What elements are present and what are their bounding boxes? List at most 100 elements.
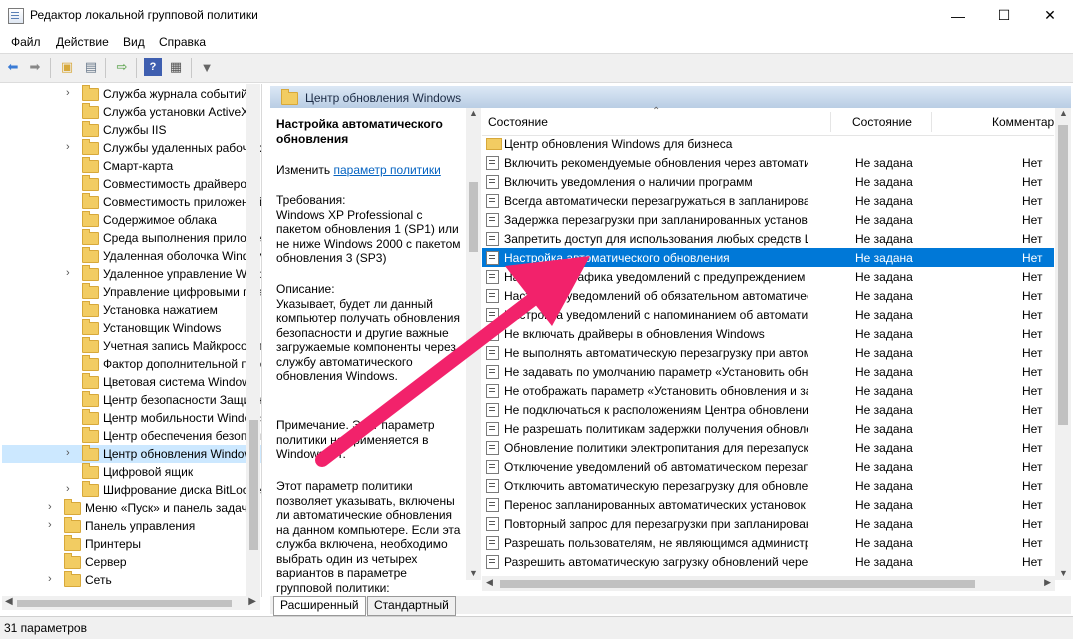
expand-arrow-icon[interactable]: › bbox=[48, 519, 52, 531]
help-icon[interactable]: ? bbox=[144, 58, 162, 76]
description-scrollbar[interactable]: ▲ ▼ bbox=[466, 108, 481, 580]
tree-item[interactable]: Цветовая система Windows bbox=[2, 373, 261, 391]
tree-item[interactable]: Фактор дополнительной проверки bbox=[2, 355, 261, 373]
properties-icon[interactable]: ▦ bbox=[167, 58, 185, 76]
tree-item[interactable]: Центр обеспечения безопасности bbox=[2, 427, 261, 445]
expand-arrow-icon[interactable]: › bbox=[66, 447, 70, 459]
menu-view[interactable]: Вид bbox=[123, 35, 145, 49]
policy-row[interactable]: Разрешать пользователям, не являющимся а… bbox=[482, 533, 1054, 552]
tree-item[interactable]: Учетная запись Майкрософт bbox=[2, 337, 261, 355]
policy-row[interactable]: Не подключаться к расположениям Центра о… bbox=[482, 400, 1054, 419]
tree-horizontal-scrollbar[interactable]: ◀ ▶ bbox=[2, 596, 260, 610]
policy-row[interactable]: Разрешить автоматическую загрузку обновл… bbox=[482, 552, 1054, 571]
scroll-left-icon[interactable]: ◀ bbox=[5, 596, 13, 607]
tree-item[interactable]: › Панель управления bbox=[2, 517, 261, 535]
policy-row[interactable]: Повторный запрос для перезагрузки при за… bbox=[482, 514, 1054, 533]
expand-arrow-icon[interactable]: › bbox=[66, 87, 70, 99]
scroll-right-icon[interactable]: ▶ bbox=[248, 596, 256, 607]
title-bar: Редактор локальной групповой политики — … bbox=[0, 0, 1073, 33]
tab-standard[interactable]: Стандартный bbox=[367, 596, 456, 616]
tree-item[interactable]: › Центр обновления Windows bbox=[2, 445, 261, 463]
policy-row[interactable]: Обновление политики электропитания для п… bbox=[482, 438, 1054, 457]
policy-row[interactable]: Настройка автоматического обновления Не з… bbox=[482, 248, 1054, 267]
description-scroll-thumb[interactable] bbox=[469, 182, 478, 252]
policy-row[interactable]: Отключение уведомлений об автоматическом… bbox=[482, 457, 1054, 476]
tree-item[interactable]: › Меню «Пуск» и панель задач bbox=[2, 499, 261, 517]
tree-item[interactable]: › Шифрование диска BitLocker bbox=[2, 481, 261, 499]
tab-extended[interactable]: Расширенный bbox=[273, 596, 366, 616]
expand-arrow-icon[interactable]: › bbox=[48, 501, 52, 513]
policy-row[interactable]: Настройка уведомлений с напоминанием об … bbox=[482, 305, 1054, 324]
policy-row[interactable]: Не разрешать политикам задержки получени… bbox=[482, 419, 1054, 438]
export-list-icon[interactable]: ⇨ bbox=[113, 58, 131, 76]
column-divider[interactable] bbox=[931, 112, 932, 132]
column-setting[interactable]: Состояние bbox=[488, 115, 548, 129]
show-hide-tree-icon[interactable]: ▤ bbox=[82, 58, 100, 76]
tree-item[interactable]: Сервер bbox=[2, 553, 261, 571]
scroll-up-icon[interactable]: ▲ bbox=[1059, 108, 1068, 118]
tree-item[interactable]: Содержимое облака bbox=[2, 211, 261, 229]
tree-item[interactable]: Совместимость приложений bbox=[2, 193, 261, 211]
tree-item[interactable]: Служба установки ActiveX bbox=[2, 103, 261, 121]
tree-item[interactable]: Службы IIS bbox=[2, 121, 261, 139]
tree-item[interactable]: Цифровой ящик bbox=[2, 463, 261, 481]
expand-arrow-icon[interactable]: › bbox=[66, 141, 70, 153]
tree-item[interactable]: Установщик Windows bbox=[2, 319, 261, 337]
tree-item[interactable]: Установка нажатием bbox=[2, 301, 261, 319]
menu-action[interactable]: Действие bbox=[56, 35, 109, 49]
column-divider[interactable] bbox=[830, 112, 831, 132]
filter-icon[interactable]: ▼ bbox=[198, 58, 216, 76]
tree-item[interactable]: Удаленная оболочка Windows bbox=[2, 247, 261, 265]
tree-item[interactable]: Центр мобильности Windows bbox=[2, 409, 261, 427]
policy-row[interactable]: Отключить автоматическую перезагрузку дл… bbox=[482, 476, 1054, 495]
policy-row[interactable]: Задержка перезагрузки при запланированны… bbox=[482, 210, 1054, 229]
policy-row[interactable]: Настройка уведомлений об обязательном ав… bbox=[482, 286, 1054, 305]
back-icon[interactable]: ⬅ bbox=[4, 58, 22, 76]
scroll-down-icon[interactable]: ▼ bbox=[1059, 568, 1068, 578]
tree-item[interactable]: Принтеры bbox=[2, 535, 261, 553]
scroll-right-icon[interactable]: ▶ bbox=[1044, 577, 1051, 588]
policy-row[interactable]: Не задавать по умолчанию параметр «Устан… bbox=[482, 362, 1054, 381]
expand-arrow-icon[interactable]: › bbox=[48, 573, 52, 585]
list-hscroll-thumb[interactable] bbox=[500, 580, 975, 588]
tree-item[interactable]: Совместимость драйверов bbox=[2, 175, 261, 193]
policy-row[interactable]: Перенос запланированных автоматических у… bbox=[482, 495, 1054, 514]
tree-item[interactable]: › Удаленное управление Windows bbox=[2, 265, 261, 283]
column-state[interactable]: Состояние bbox=[852, 115, 912, 129]
scroll-left-icon[interactable]: ◀ bbox=[486, 577, 493, 588]
tree-item[interactable]: Среда выполнения приложений bbox=[2, 229, 261, 247]
tree-item[interactable]: › Службы удаленных рабочих bbox=[2, 139, 261, 157]
list-folder-row[interactable]: Центр обновления Windows для бизнеса bbox=[482, 134, 1054, 153]
policy-row[interactable]: Не выполнять автоматическую перезагрузку… bbox=[482, 343, 1054, 362]
close-button[interactable]: ✕ bbox=[1027, 0, 1073, 31]
expand-arrow-icon[interactable]: › bbox=[66, 483, 70, 495]
tree-item[interactable]: Смарт-карта bbox=[2, 157, 261, 175]
tree-item[interactable]: › Служба журнала событий bbox=[2, 85, 261, 103]
list-scroll-thumb[interactable] bbox=[1058, 125, 1068, 425]
policy-row[interactable]: Не отображать параметр «Установить обнов… bbox=[482, 381, 1054, 400]
tree-hscroll-thumb[interactable] bbox=[17, 600, 232, 607]
policy-row[interactable]: Запретить доступ для использования любых… bbox=[482, 229, 1054, 248]
tree-item[interactable]: Управление цифровыми правами bbox=[2, 283, 261, 301]
menu-file[interactable]: Файл bbox=[11, 35, 41, 49]
minimize-button[interactable]: — bbox=[935, 0, 981, 31]
policy-name: Настройка графика уведомлений с предупре… bbox=[504, 270, 808, 284]
expand-arrow-icon[interactable]: › bbox=[66, 267, 70, 279]
menu-help[interactable]: Справка bbox=[159, 35, 206, 49]
forward-icon[interactable]: ➡ bbox=[26, 58, 44, 76]
policy-row[interactable]: Включить уведомления о наличии программ Н… bbox=[482, 172, 1054, 191]
tree-scroll-thumb[interactable] bbox=[249, 420, 258, 550]
policy-comment: Нет bbox=[1022, 460, 1043, 474]
up-folder-icon[interactable]: ▣ bbox=[58, 58, 76, 76]
maximize-button[interactable]: ☐ bbox=[981, 0, 1027, 31]
policy-row[interactable]: Не включать драйверы в обновления Window… bbox=[482, 324, 1054, 343]
scroll-up-icon[interactable]: ▲ bbox=[469, 108, 478, 118]
tree-item[interactable]: Центр безопасности Защитника bbox=[2, 391, 261, 409]
policy-row[interactable]: Всегда автоматически перезагружаться в з… bbox=[482, 191, 1054, 210]
tree-item[interactable]: › Сеть bbox=[2, 571, 261, 589]
column-comment[interactable]: Комментар bbox=[992, 115, 1054, 129]
policy-row[interactable]: Включить рекомендуемые обновления через … bbox=[482, 153, 1054, 172]
edit-policy-link[interactable]: параметр политики bbox=[333, 163, 440, 177]
policy-row[interactable]: Настройка графика уведомлений с предупре… bbox=[482, 267, 1054, 286]
scroll-down-icon[interactable]: ▼ bbox=[469, 568, 478, 578]
